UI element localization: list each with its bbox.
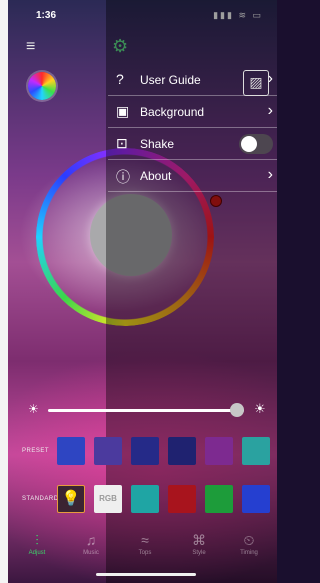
standard-swatch[interactable] <box>168 485 196 513</box>
app-screen: 1:36 ▮▮▮ ≋ ▭ ≡ ⚙ ? User Guide › ▣ Backgr… <box>8 0 277 583</box>
preset-swatch[interactable] <box>205 437 233 465</box>
brightness-track[interactable] <box>48 409 244 412</box>
standard-label: STANDARD <box>22 496 59 502</box>
brightness-high-icon: ☀ <box>254 401 266 416</box>
menu-item-about[interactable]: ⓘ About › <box>108 160 277 192</box>
brightness-slider[interactable]: ☀ ☀ <box>8 400 277 420</box>
tab-timing[interactable]: ⏲ Timing <box>222 527 276 567</box>
rgb-button[interactable]: RGB <box>94 485 122 513</box>
left-edge-strip <box>0 0 8 583</box>
preset-swatch[interactable] <box>242 437 270 465</box>
menu-item-label: Shake <box>140 137 175 151</box>
tab-label: Music <box>83 550 99 556</box>
picture-icon[interactable]: ▨ <box>243 70 269 96</box>
color-wheel-icon[interactable] <box>28 72 56 100</box>
menu-item-label: Background <box>140 105 205 119</box>
menu-item-label: User Guide <box>140 73 201 87</box>
tab-label: Style <box>192 550 206 556</box>
home-indicator <box>96 573 196 576</box>
tab-label: Adjust <box>28 550 46 556</box>
shake-toggle[interactable] <box>239 134 273 154</box>
standard-swatch[interactable] <box>131 485 159 513</box>
question-icon: ? <box>116 71 124 87</box>
image-icon: ▣ <box>116 103 130 119</box>
standard-swatch[interactable] <box>242 485 270 513</box>
tab-adjust[interactable]: ⫶ Adjust <box>10 527 64 567</box>
tab-tops[interactable]: ≈ Tops <box>118 527 172 567</box>
brightness-knob[interactable] <box>230 403 244 417</box>
preset-swatch[interactable] <box>131 437 159 465</box>
preset-swatch[interactable] <box>94 437 122 465</box>
tab-bar: ⫶ Adjust ♫ Music ≈ Tops ⌘ Style ⏲ Timing <box>8 527 277 567</box>
status-time: 1:36 <box>36 10 57 21</box>
tab-music[interactable]: ♫ Music <box>64 527 118 567</box>
preset-label: PRESET <box>22 448 50 454</box>
preset-swatch[interactable] <box>57 437 85 465</box>
timer-icon: ⏲ <box>243 532 255 548</box>
info-icon: ⓘ <box>116 169 130 185</box>
phone-shake-icon: ⊡ <box>116 135 128 151</box>
standard-swatch[interactable] <box>205 485 233 513</box>
toggle-thumb <box>241 136 257 152</box>
tab-style[interactable]: ⌘ Style <box>172 527 226 567</box>
menu-item-label: About <box>140 169 172 183</box>
menu-item-background[interactable]: ▣ Background › <box>108 96 277 128</box>
music-note-icon: ♫ <box>85 532 97 548</box>
menu-item-shake[interactable]: ⊡ Shake <box>108 128 277 160</box>
menu-list-icon[interactable]: ≡ <box>26 38 35 56</box>
brightness-low-icon: ☀ <box>28 402 39 416</box>
style-icon: ⌘ <box>192 532 206 548</box>
tab-label: Timing <box>240 550 258 556</box>
bulb-icon[interactable]: 💡 <box>57 485 85 513</box>
chevron-right-icon: › <box>267 102 273 119</box>
sliders-icon: ⫶ <box>35 532 39 548</box>
wave-icon: ≈ <box>141 532 149 548</box>
preset-swatch[interactable] <box>168 437 196 465</box>
chevron-right-icon: › <box>267 166 273 183</box>
tab-label: Tops <box>138 550 152 556</box>
